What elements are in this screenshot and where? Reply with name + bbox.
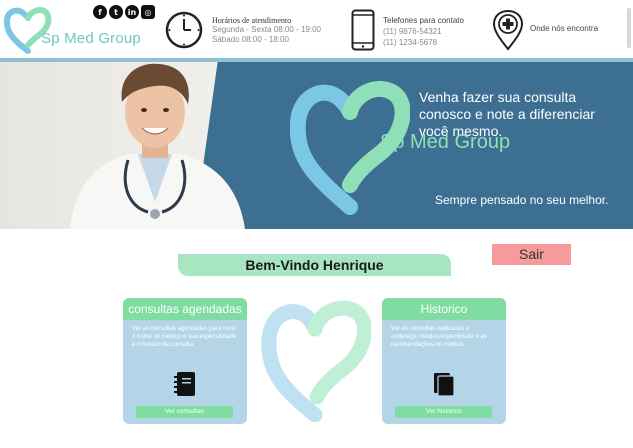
history-card: Historico Ver as consultas realizadas o … <box>382 298 506 424</box>
linkedin-icon[interactable]: in <box>125 5 139 19</box>
location-link[interactable]: Onde nós encontra <box>530 24 598 33</box>
view-history-button[interactable]: Ver historico <box>395 406 492 418</box>
instagram-icon[interactable]: ◎ <box>141 5 155 19</box>
card-title: consultas agendadas <box>123 298 247 320</box>
notebook-icon <box>174 372 195 396</box>
opening-hours: Horários de atendimento Segunda - Sexta … <box>212 16 321 45</box>
banner-brand: Sp Med Group <box>380 131 511 153</box>
logout-button[interactable]: Sair <box>492 244 571 265</box>
phone-number[interactable]: (11) 1234-5678 <box>383 37 464 48</box>
card-description: Ver as consultas realizadas o endereço, … <box>391 326 487 348</box>
center-logo-icon <box>261 300 371 422</box>
doctor-photo <box>70 63 245 229</box>
social-links: f t in ◎ <box>93 5 155 19</box>
appointments-card: consultas agendadas Ver as consultas age… <box>123 298 247 424</box>
welcome-banner: Bem-Vindo Henrique <box>178 254 451 276</box>
banner-slogan: Sempre pensado no seu melhor. <box>435 193 609 207</box>
card-title: Historico <box>382 298 506 320</box>
hero-banner: Venha fazer sua consulta conosco e note … <box>0 62 633 229</box>
site-header: Sp Med Group f t in ◎ Horários de atendi… <box>0 0 633 58</box>
scrollbar[interactable] <box>627 8 631 48</box>
files-icon <box>434 373 455 397</box>
hours-line: Segunda - Sexta 08:00 - 19:00 <box>212 25 321 34</box>
view-appointments-button[interactable]: Ver consultas <box>136 406 233 418</box>
phones-title: Telefones para contato <box>383 16 464 25</box>
facebook-icon[interactable]: f <box>93 5 107 19</box>
clock-icon <box>165 11 203 49</box>
twitter-icon[interactable]: t <box>109 5 123 19</box>
card-description: Ver as consultas agendadas para você o n… <box>132 326 237 348</box>
brand-name: Sp Med Group <box>41 30 141 47</box>
phone-number[interactable]: (11) 9876-54321 <box>383 26 464 37</box>
location-pin-icon[interactable] <box>492 9 524 51</box>
hours-title: Horários de atendimento <box>212 16 292 25</box>
phone-icon <box>351 9 375 51</box>
contact-phones: Telefones para contato (11) 9876-54321 (… <box>383 15 464 48</box>
hours-line: Sábado 08:00 - 18:00 <box>212 35 289 44</box>
